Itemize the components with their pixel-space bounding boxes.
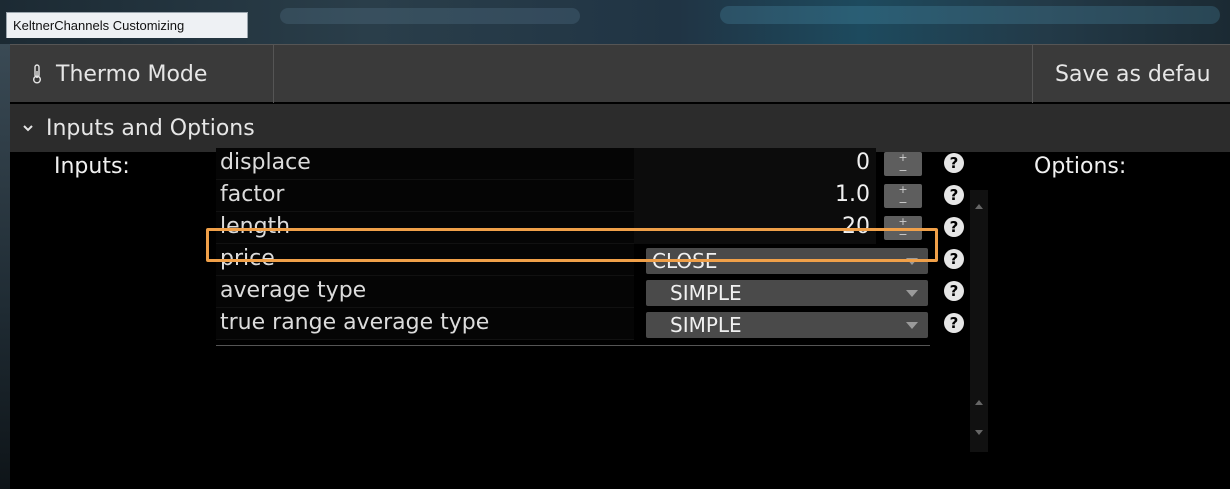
value-stepper[interactable]: + −: [884, 152, 922, 176]
help-icon[interactable]: ?: [944, 313, 964, 333]
window-left-edge: [0, 44, 10, 489]
inputs-label: Inputs:: [54, 154, 130, 179]
background-blur: [280, 8, 580, 24]
dropdown-value: SIMPLE: [670, 313, 742, 337]
thermometer-icon: [32, 64, 42, 84]
input-name: average type: [216, 276, 634, 308]
input-value-field[interactable]: 0: [634, 148, 876, 180]
section-title: Inputs and Options: [46, 115, 255, 141]
input-name: price: [216, 244, 634, 276]
input-row-displace: displace 0 + − ?: [216, 148, 964, 180]
window-title[interactable]: KeltnerChannels Customizing: [6, 12, 248, 38]
inputs-scrollbar[interactable]: [970, 190, 988, 452]
dropdown-arrow-icon: [906, 290, 918, 297]
options-label: Options:: [1034, 154, 1127, 179]
average-type-dropdown[interactable]: SIMPLE: [646, 280, 928, 306]
help-icon[interactable]: ?: [944, 185, 964, 205]
save-as-default-button[interactable]: Save as defau: [1032, 45, 1230, 103]
scroll-up-icon[interactable]: [975, 400, 983, 405]
input-row-average-type: average type SIMPLE ?: [216, 276, 964, 308]
input-name: length: [216, 212, 634, 244]
dropdown-arrow-icon: [906, 258, 918, 265]
true-range-average-type-dropdown[interactable]: SIMPLE: [646, 312, 928, 338]
title-bar: KeltnerChannels Customizing: [0, 0, 1230, 44]
scroll-down-icon[interactable]: [975, 430, 983, 435]
inputs-options-section-header[interactable]: Inputs and Options: [10, 104, 1230, 152]
background-blur: [720, 6, 1220, 24]
plus-icon[interactable]: +: [898, 152, 907, 163]
value-stepper[interactable]: + −: [884, 184, 922, 208]
value-stepper[interactable]: + −: [884, 216, 922, 240]
chevron-down-icon: [22, 123, 34, 133]
save-as-default-label: Save as defau: [1055, 61, 1211, 87]
help-icon[interactable]: ?: [944, 153, 964, 173]
help-icon[interactable]: ?: [944, 281, 964, 301]
input-row-price: price CLOSE ?: [216, 244, 964, 276]
price-dropdown[interactable]: CLOSE: [646, 248, 928, 274]
input-value-field[interactable]: 1.0: [634, 180, 876, 212]
inputs-grid: displace 0 + − ? factor 1.0 + − ? length…: [216, 148, 964, 345]
dropdown-value: CLOSE: [652, 249, 718, 273]
thermo-mode-label: Thermo Mode: [56, 61, 208, 87]
dropdown-arrow-icon: [906, 322, 918, 329]
thermo-mode-button[interactable]: Thermo Mode: [10, 45, 274, 103]
plus-icon[interactable]: +: [898, 184, 907, 195]
input-row-true-range-average-type: true range average type SIMPLE ?: [216, 308, 964, 340]
help-icon[interactable]: ?: [944, 217, 964, 237]
minus-icon[interactable]: −: [898, 197, 907, 208]
input-name: displace: [216, 148, 634, 180]
input-name: factor: [216, 180, 634, 212]
toolbar: Thermo Mode Save as defau: [10, 44, 1230, 103]
plus-icon[interactable]: +: [898, 216, 907, 227]
minus-icon[interactable]: −: [898, 165, 907, 176]
grid-divider: [216, 345, 930, 346]
input-row-length: length 20 + − ?: [216, 212, 964, 244]
scroll-up-icon[interactable]: [975, 204, 983, 209]
input-value-field[interactable]: 20: [634, 212, 876, 244]
minus-icon[interactable]: −: [898, 229, 907, 240]
help-icon[interactable]: ?: [944, 249, 964, 269]
dropdown-value: SIMPLE: [670, 281, 742, 305]
input-name: true range average type: [216, 308, 634, 340]
input-row-factor: factor 1.0 + − ?: [216, 180, 964, 212]
